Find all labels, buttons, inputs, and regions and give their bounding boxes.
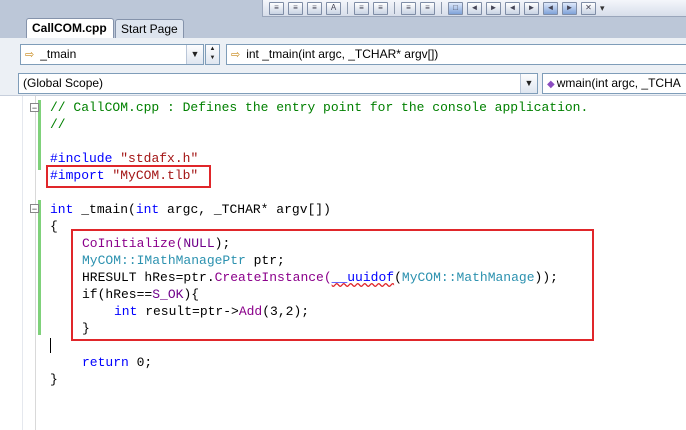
member-icon: ◆ [547, 79, 555, 90]
tab-label: Start Page [121, 22, 178, 36]
signature-combo[interactable]: ⇨ int _tmain(int argc, _TCHAR* argv[]) [226, 44, 686, 65]
arrow-icon: ⇨ [231, 49, 241, 61]
code-line-2: // [50, 117, 66, 132]
tab-label: CallCOM.cpp [32, 21, 107, 35]
indent-icon[interactable]: ≡ [307, 1, 322, 15]
next-in-folder-icon[interactable]: ► [524, 1, 539, 15]
align-right-icon[interactable]: ≡ [401, 1, 416, 15]
outdent-icon[interactable]: ≡ [354, 1, 369, 15]
code-line-return: return 0; [82, 354, 152, 371]
document-tabstrip: CallCOM.cpp Start Page [0, 17, 686, 39]
code-line-close-brace: } [50, 372, 58, 387]
function-combo-value: _tmain [40, 47, 77, 61]
format-icon[interactable]: A [326, 1, 341, 15]
tab-callcom-cpp[interactable]: CallCOM.cpp [26, 18, 114, 39]
keyword: return [82, 355, 129, 370]
signature-combo-value: int _tmain(int argc, _TCHAR* argv[]) [246, 47, 439, 61]
code-line-main: int _tmain(int argc, _TCHAR* argv[]) [50, 201, 331, 218]
scope-combo[interactable]: (Global Scope) ▼ [18, 73, 538, 94]
text-cursor [50, 338, 51, 353]
bookmark-icon[interactable]: □ [448, 1, 463, 15]
toolbar-separator [394, 2, 395, 14]
navigation-bar: ⇨ _tmain ▼ ▲ ▼ ⇨ int _tmain(int argc, _TCHA… [0, 38, 686, 72]
comment-icon[interactable]: ≡ [269, 1, 284, 15]
toolbar-separator [347, 2, 348, 14]
keyword: int [50, 202, 74, 217]
keyword: #include [50, 151, 113, 166]
prev-in-folder-icon[interactable]: ◄ [505, 1, 520, 15]
uncomment-icon[interactable]: ≡ [288, 1, 303, 15]
tab-start-page[interactable]: Start Page [115, 19, 184, 38]
identifier: argc, [167, 202, 207, 217]
next-bookmark-icon[interactable]: ► [486, 1, 501, 15]
highlight-box-body [71, 229, 594, 341]
clear-bookmarks-icon[interactable]: ✕ [581, 1, 596, 15]
string: "stdafx.h" [120, 151, 199, 166]
prev-bookmark-icon[interactable]: ◄ [467, 1, 482, 15]
identifier: _TCHAR* [213, 202, 269, 217]
collapse-icon[interactable]: − [30, 103, 39, 113]
editor-toolbar: ≡ ≡ ≡ A ≡ ≡ ≡ ≡ □ ◄ ► ◄ ► ◄ ► ✕ ▾ [262, 0, 686, 17]
member-combo[interactable]: ◆ wmain(int argc, _TCHA [542, 73, 686, 94]
list-icon[interactable]: ≡ [420, 1, 435, 15]
highlight-box-import [46, 165, 211, 188]
selection-margin [0, 96, 23, 430]
align-left-icon[interactable]: ≡ [373, 1, 388, 15]
nav-forward-icon[interactable]: ► [562, 1, 577, 15]
overflow-chevron-icon[interactable]: ▾ [600, 3, 605, 14]
collapse-icon[interactable]: − [30, 204, 39, 214]
identifier: 0; [128, 355, 153, 370]
code-line-open-brace: { [50, 219, 58, 234]
identifier: argv[]) [276, 202, 331, 217]
nav-back-icon[interactable]: ◄ [543, 1, 558, 15]
arrow-icon: ⇨ [25, 49, 35, 61]
function-combo[interactable]: ⇨ _tmain ▼ [20, 44, 204, 65]
saved-changes-bar [38, 200, 41, 335]
keyword: int [135, 202, 160, 217]
combo-spinner[interactable]: ▲ ▼ [205, 44, 220, 65]
code-line-1: // CallCOM.cpp : Defines the entry point… [50, 100, 589, 115]
outline-margin [35, 96, 36, 430]
scope-bar: (Global Scope) ▼ ◆ wmain(int argc, _TCHA [0, 71, 686, 96]
chevron-down-icon[interactable]: ▼ [186, 45, 203, 64]
member-combo-value: wmain(int argc, _TCHA [556, 76, 681, 90]
scope-combo-value: (Global Scope) [23, 76, 104, 90]
identifier: _tmain( [81, 202, 136, 217]
toolbar-separator [441, 2, 442, 14]
chevron-down-icon[interactable]: ▼ [520, 74, 537, 93]
